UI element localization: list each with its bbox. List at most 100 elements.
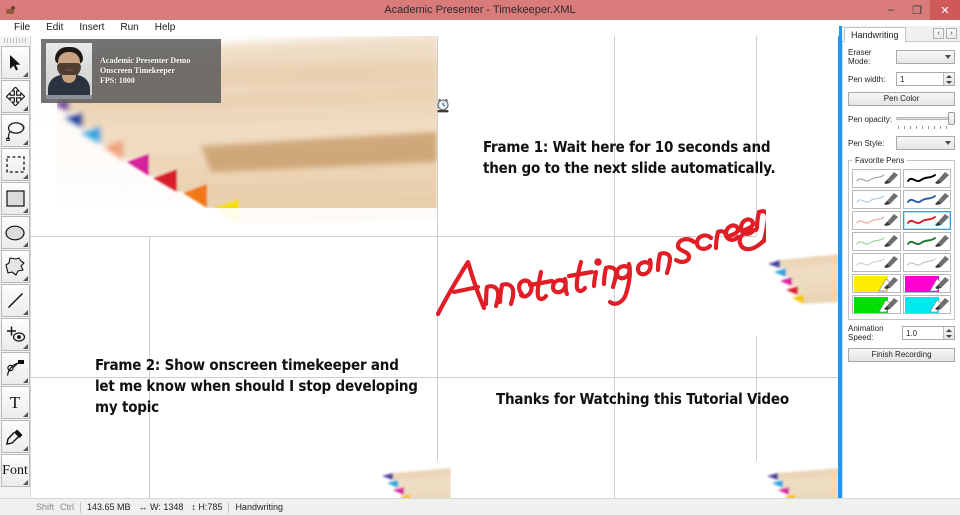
pen-pink[interactable]	[852, 211, 901, 230]
slide-text-frame1-line1: Frame 1: Wait here for 10 seconds and	[483, 138, 771, 156]
ellipse-tool[interactable]	[0, 216, 30, 249]
status-ctrl: Ctrl	[60, 502, 75, 512]
pen-red[interactable]	[902, 211, 951, 230]
pen-width-spinner-buttons[interactable]	[943, 73, 954, 85]
spinner-down-icon	[946, 80, 952, 84]
slider-track	[896, 117, 955, 120]
title-bar: Academic Presenter - Timekeeper.XML – ❐ …	[0, 0, 960, 20]
pencils-photo-right	[756, 236, 839, 336]
pen-width-stepper[interactable]: 1	[896, 72, 955, 86]
presenter-avatar	[46, 43, 92, 99]
pen-opacity-slider[interactable]	[896, 112, 955, 129]
status-shift: Shift	[36, 502, 55, 512]
favorite-pens-group: Favorite Pens	[848, 156, 955, 320]
window-controls: – ❐ ✕	[878, 0, 960, 20]
slide-canvas[interactable]: Academic Presenter Demo Onscreen Timekee…	[31, 36, 839, 498]
tools-toolbar: T Font	[0, 36, 31, 498]
slide-text-thanks[interactable]: Thanks for Watching this Tutorial Video	[496, 389, 816, 410]
slider-ticks	[898, 126, 953, 129]
blob-shape-icon	[5, 257, 25, 276]
pen-silver[interactable]	[902, 253, 951, 272]
pen-green[interactable]	[902, 232, 951, 251]
spinner-up-icon	[946, 74, 952, 78]
bezier-node-icon	[5, 359, 26, 378]
pen-width-row: Pen width: 1	[848, 72, 955, 86]
font-tool[interactable]: Font	[0, 454, 30, 487]
rectangle-icon	[5, 190, 25, 207]
pen-gray-thin[interactable]	[852, 169, 901, 188]
slide-text-thanks-line1: Thanks for Watching this Tutorial Video	[496, 390, 789, 408]
animation-speed-row: Animation Speed: 1.0	[848, 324, 955, 342]
add-view-tool[interactable]	[0, 318, 30, 351]
panel-tab-strip: Handwriting ‹ ›	[842, 26, 960, 42]
toolbar-drag-handle[interactable]	[3, 38, 27, 43]
slide-text-frame2-line1: Frame 2: Show onscreen timekeeper and	[95, 356, 399, 374]
pen-lightgreen[interactable]	[852, 232, 901, 251]
chevron-down-icon	[945, 141, 951, 145]
rectangle-tool[interactable]	[0, 182, 30, 215]
menu-bar: File Edit Insert Run Help	[0, 20, 960, 36]
status-mode: Handwriting	[235, 502, 283, 512]
diagonal-line-icon	[6, 291, 25, 310]
select-arrow-tool[interactable]	[0, 46, 30, 79]
restore-button[interactable]: ❐	[904, 0, 930, 20]
marquee-select-tool[interactable]	[0, 148, 30, 181]
close-button[interactable]: ✕	[930, 0, 960, 20]
slide-text-frame1[interactable]: Frame 1: Wait here for 10 seconds and th…	[483, 137, 783, 179]
app-icon	[4, 3, 18, 17]
tab-next-button[interactable]: ›	[946, 28, 957, 39]
animation-speed-spinner-buttons[interactable]	[943, 327, 954, 339]
grid-line-vertical	[614, 36, 615, 498]
favorite-pens-grid	[852, 169, 951, 314]
highlighter-magenta[interactable]	[902, 274, 951, 293]
menu-item-edit[interactable]: Edit	[38, 20, 71, 36]
menu-item-help[interactable]: Help	[147, 20, 184, 36]
pen-blue[interactable]	[902, 190, 951, 209]
move-tool[interactable]	[0, 80, 30, 113]
plus-eye-icon	[5, 325, 26, 344]
status-width: ↔ W: 1348	[138, 502, 184, 512]
highlighter-green[interactable]	[852, 295, 901, 314]
finish-recording-button[interactable]: Finish Recording	[848, 348, 955, 362]
pen-color-button[interactable]: Pen Color	[848, 92, 955, 106]
slide-text-frame1-line2: then go to the next slide automatically.	[483, 159, 776, 177]
font-icon: Font	[2, 462, 28, 478]
freeform-shape-tool[interactable]	[0, 250, 30, 283]
path-node-tool[interactable]	[0, 352, 30, 385]
tab-prev-button[interactable]: ‹	[933, 28, 944, 39]
line-tool[interactable]	[0, 284, 30, 317]
lasso-tool[interactable]	[0, 114, 30, 147]
menu-item-run[interactable]: Run	[112, 20, 146, 36]
menu-item-file[interactable]: File	[6, 20, 38, 36]
slide-text-frame2[interactable]: Frame 2: Show onscreen timekeeper and le…	[95, 355, 425, 418]
pen-style-row: Pen Style:	[848, 136, 955, 150]
eraser-mode-row: Eraser Mode:	[848, 48, 955, 66]
animation-speed-label: Animation Speed:	[848, 324, 884, 342]
status-height: ↕ H:785	[191, 502, 223, 512]
pen-width-value: 1	[900, 75, 905, 84]
window-title: Academic Presenter - Timekeeper.XML	[384, 4, 576, 16]
tab-handwriting[interactable]: Handwriting	[844, 27, 906, 42]
menu-item-insert[interactable]: Insert	[71, 20, 112, 36]
highlighter-yellow[interactable]	[852, 274, 901, 293]
pen-width-label: Pen width:	[848, 74, 886, 84]
presenter-overlay[interactable]: Academic Presenter Demo Onscreen Timekee…	[41, 39, 221, 103]
eraser-mode-select[interactable]	[896, 50, 955, 64]
slide-text-frame2-line3: my topic	[95, 398, 159, 416]
application-window: Academic Presenter - Timekeeper.XML – ❐ …	[0, 0, 960, 515]
highlighter-cyan[interactable]	[902, 295, 951, 314]
pen-black-thick[interactable]	[902, 169, 951, 188]
properties-panel: Handwriting ‹ › Eraser Mode: Pen width: …	[839, 26, 960, 498]
favorite-pens-legend: Favorite Pens	[855, 156, 905, 165]
pen-lightgray[interactable]	[852, 253, 901, 272]
minimize-button[interactable]: –	[878, 0, 904, 20]
eyedropper-tool[interactable]	[0, 420, 30, 453]
animation-speed-stepper[interactable]: 1.0	[902, 326, 955, 340]
eyedropper-icon	[5, 427, 25, 446]
pen-style-select[interactable]	[896, 136, 955, 150]
text-tool[interactable]: T	[0, 386, 30, 419]
pen-lightblue[interactable]	[852, 190, 901, 209]
slider-thumb[interactable]	[948, 112, 955, 125]
pen-opacity-row: Pen opacity:	[848, 112, 955, 129]
alarm-clock-icon[interactable]	[435, 98, 451, 114]
